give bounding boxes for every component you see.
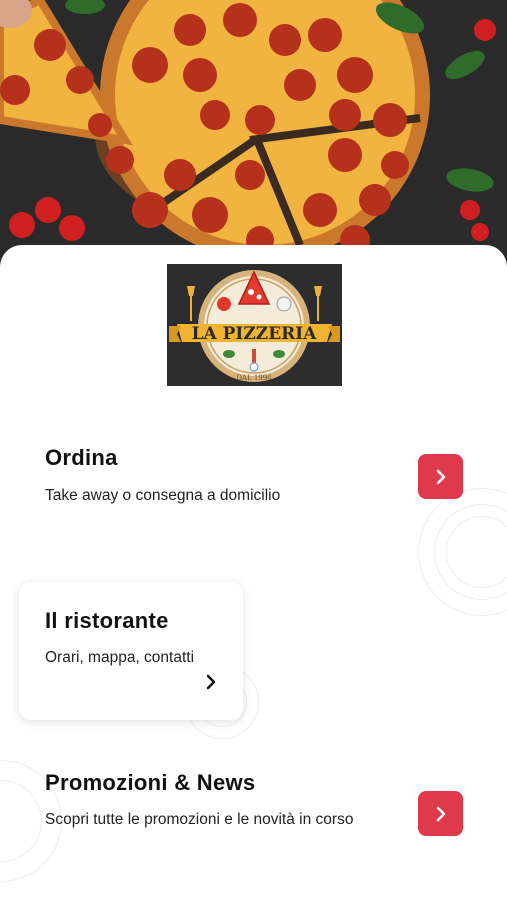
ristorante-title: Il ristorante [45, 608, 169, 633]
logo-name: LA PIZZERIA [192, 324, 318, 344]
chevron-right-icon[interactable] [203, 674, 219, 690]
chevron-right-icon [436, 806, 445, 821]
promozioni-arrow-button[interactable] [418, 791, 463, 836]
chevron-right-icon [436, 469, 445, 484]
hero-image [0, 0, 507, 275]
pizzeria-logo: LA PIZZERIA DAL 1996 [167, 264, 342, 386]
promozioni-subtitle: Scopri tutte le promozioni e le novità i… [45, 811, 354, 828]
content-card: LA PIZZERIA DAL 1996 Ordina Take away o … [0, 245, 507, 900]
logo-since: DAL 1996 [236, 374, 272, 382]
ristorante-subtitle: Orari, mappa, contatti [45, 649, 195, 666]
ordina-arrow-button[interactable] [418, 454, 463, 499]
promozioni-title: Promozioni & News [45, 770, 256, 795]
pizza-photo [0, 0, 507, 275]
pizzeria-logo-art: LA PIZZERIA DAL 1996 [167, 264, 342, 386]
ristorante-card[interactable]: Il ristorante Orari, mappa, contatti [19, 582, 243, 720]
ordina-subtitle: Take away o consegna a domicilio [45, 487, 281, 504]
ordina-title: Ordina [45, 445, 118, 470]
